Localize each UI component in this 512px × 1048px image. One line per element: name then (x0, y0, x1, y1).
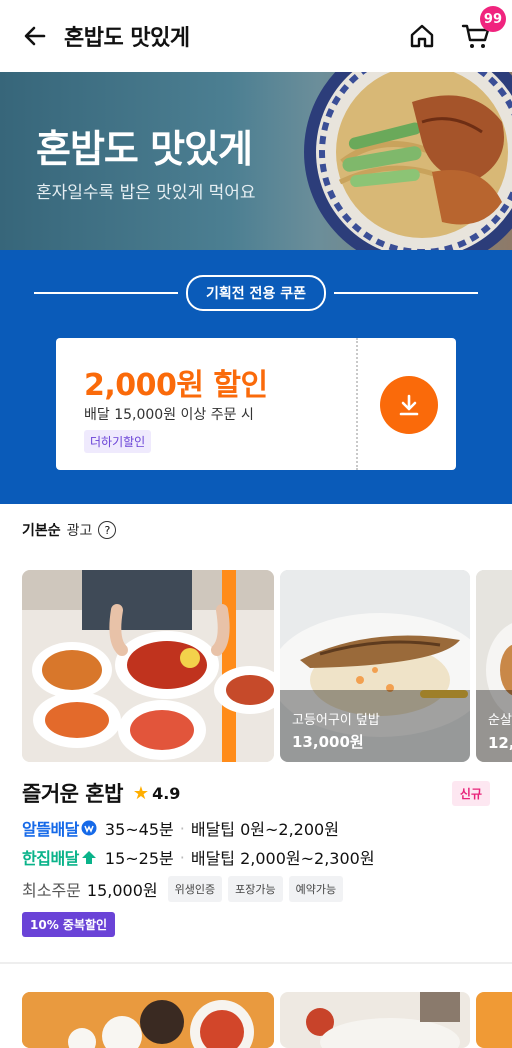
sort-dropdown[interactable]: 기본순 (22, 520, 61, 540)
divider-line (34, 292, 179, 294)
photo-menu-label: 고등어구이 덮밥 (292, 713, 380, 728)
delivery-tip: 배달팁 2,000원~2,300원 (190, 849, 375, 868)
delivery-option-hanjib: 한집배달 15~25분 · 배달팁 2,000원~2,300원 (22, 845, 375, 869)
food-photo-partial[interactable]: 순살 12, (476, 570, 512, 762)
hanjib-delivery-icon (81, 849, 97, 865)
back-arrow-icon[interactable] (20, 21, 50, 51)
cart-count-badge: 99 (479, 6, 506, 32)
help-icon[interactable]: ? (98, 521, 117, 539)
section-divider (0, 962, 512, 964)
banner-subtitle: 혼자일수록 밥은 맛있게 먹어요 (36, 183, 256, 203)
delivery-type-name: 한집배달 (22, 849, 79, 868)
coupon-amount: 2,000원 할인 (84, 368, 268, 403)
photo-menu-price: 12, (488, 734, 512, 752)
divider-line (333, 292, 479, 294)
banner-title: 혼밥도 맛있게 (36, 127, 253, 171)
separator: · (179, 818, 185, 838)
coupon-section: 기획전 전용 쿠폰 2,000원 할인 배달 15,000원 이상 주문 시 더… (0, 250, 512, 504)
min-order-row: 최소주문 15,000원 위생인증 포장가능 예약가능 (22, 876, 344, 902)
discount-badge: 10% 중복할인 (22, 912, 116, 937)
alttle-delivery-icon (81, 820, 97, 836)
photo-menu-price: 13,000원 (292, 733, 364, 751)
restaurant-name[interactable]: 즐거운 혼밥 (22, 778, 123, 808)
food-photo-next-3[interactable] (476, 992, 512, 1048)
feature-chip: 포장가능 (228, 876, 283, 902)
feature-chip: 예약가능 (288, 876, 344, 902)
star-icon: ★ (132, 782, 150, 804)
coupon-heading-row: 기획전 전용 쿠폰 (34, 275, 479, 311)
delivery-option-alttle: 알뜰배달 35~45분 · 배달팁 0원~2,200원 (22, 816, 339, 840)
sort-row: 기본순 광고 ? (22, 520, 117, 540)
feature-chip: 위생인증 (167, 876, 223, 902)
coupon-perforation (356, 338, 358, 470)
separator: · (179, 847, 185, 867)
delivery-time: 15~25분 (104, 849, 174, 868)
download-icon (399, 394, 419, 416)
photo-menu-label: 순살 (488, 713, 512, 728)
min-order-label: 최소주문 (22, 881, 81, 900)
top-app-bar: 혼밥도 맛있게 99 (0, 0, 512, 72)
home-icon[interactable] (406, 20, 438, 52)
coupon-card[interactable]: 2,000원 할인 배달 15,000원 이상 주문 시 더하기할인 (56, 338, 456, 470)
restaurant-name-row[interactable]: 즐거운 혼밥 ★ 4.9 신규 (22, 778, 490, 808)
new-badge: 신규 (451, 780, 490, 806)
page-title: 혼밥도 맛있게 (64, 26, 190, 51)
coupon-download-button[interactable] (380, 376, 438, 434)
food-photo-mackerel[interactable]: 고등어구이 덮밥 13,000원 (280, 570, 470, 762)
rating-value: 4.9 (152, 783, 181, 803)
restaurant-photo-carousel[interactable]: 고등어구이 덮밥 13,000원 순살 12, (22, 570, 512, 762)
coupon-condition: 배달 15,000원 이상 주문 시 (84, 407, 254, 423)
noodle-bowl-image (304, 72, 512, 250)
delivery-time: 35~45분 (104, 820, 174, 839)
coupon-tag: 더하기할인 (84, 430, 152, 453)
next-restaurant-photo-carousel[interactable] (22, 992, 512, 1048)
coupon-heading: 기획전 전용 쿠폰 (186, 275, 326, 311)
ad-label: 광고 (66, 523, 93, 539)
delivery-tip: 배달팁 0원~2,200원 (190, 820, 339, 839)
min-order-value: 15,000원 (86, 881, 158, 900)
food-photo-main[interactable] (22, 570, 274, 762)
delivery-type-name: 알뜰배달 (22, 820, 79, 839)
food-photo-next-1[interactable] (22, 992, 274, 1048)
promo-banner: 혼밥도 맛있게 혼자일수록 밥은 맛있게 먹어요 (0, 72, 512, 250)
food-photo-next-2[interactable] (280, 992, 470, 1048)
cart-icon[interactable]: 99 (460, 6, 506, 52)
